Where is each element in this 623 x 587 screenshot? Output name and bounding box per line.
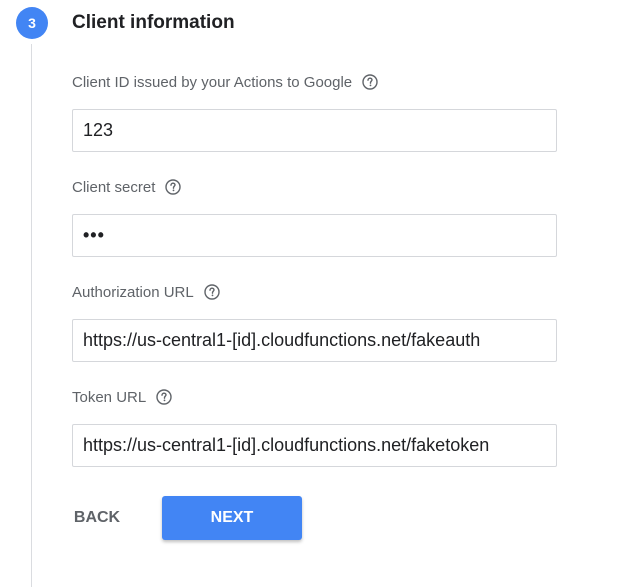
client-secret-label: Client secret	[72, 178, 156, 196]
back-button[interactable]: BACK	[66, 502, 128, 534]
help-icon[interactable]	[165, 179, 182, 195]
token-url-label-row: Token URL	[72, 386, 172, 408]
step-title: Client information	[72, 12, 235, 33]
authorization-url-label: Authorization URL	[72, 283, 194, 301]
client-secret-input[interactable]: •••	[72, 214, 557, 257]
token-url-input[interactable]: https://us-central1-[id].cloudfunctions.…	[72, 424, 557, 467]
client-id-label: Client ID issued by your Actions to Goog…	[72, 73, 353, 91]
next-button[interactable]: NEXT	[162, 496, 302, 540]
client-secret-label-row: Client secret	[72, 176, 182, 198]
authorization-url-input[interactable]: https://us-central1-[id].cloudfunctions.…	[72, 319, 557, 362]
help-icon[interactable]	[204, 284, 220, 300]
step-number-badge: 3	[16, 7, 48, 39]
client-id-input[interactable]: 123	[72, 109, 557, 152]
help-icon[interactable]	[362, 74, 378, 90]
authorization-url-label-row: Authorization URL	[72, 281, 220, 303]
step-connector-line	[31, 44, 32, 587]
client-id-label-row: Client ID issued by your Actions to Goog…	[72, 71, 378, 93]
token-url-label: Token URL	[72, 388, 147, 406]
help-icon[interactable]	[156, 389, 172, 405]
